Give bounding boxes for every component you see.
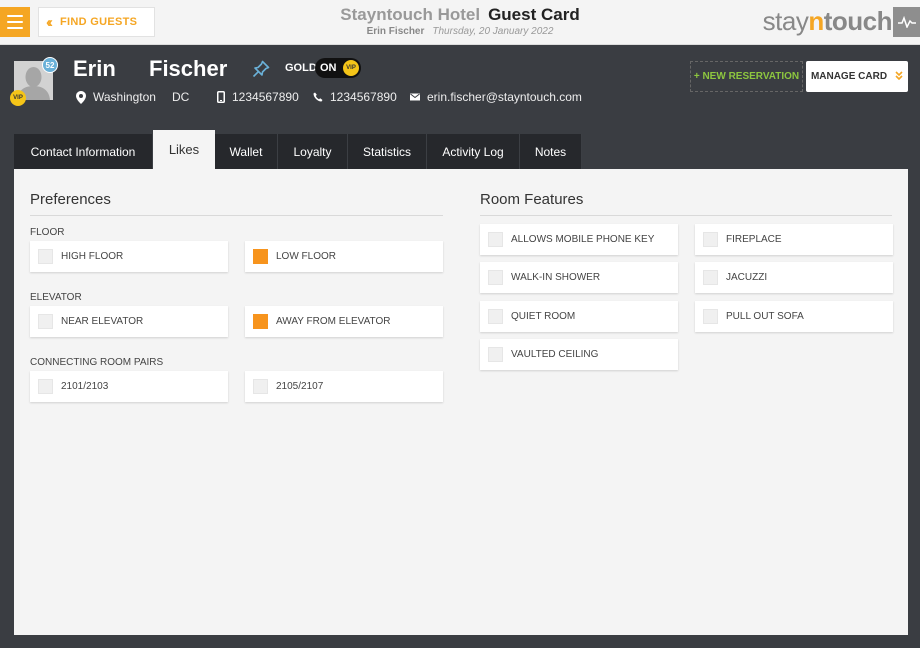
feature-allows-mobile-phone-key[interactable]: ALLOWS MOBILE PHONE KEY [480, 224, 678, 255]
tab-wallet[interactable]: Wallet [215, 134, 278, 169]
feature-walk-in-shower[interactable]: WALK-IN SHOWER [480, 262, 678, 293]
checkbox[interactable] [488, 347, 503, 362]
hotel-name: Stayntouch Hotel [340, 5, 481, 24]
checkbox[interactable] [38, 249, 53, 264]
pref-high-floor[interactable]: HIGH FLOOR [30, 241, 228, 272]
manage-card-label: MANAGE CARD [810, 71, 888, 82]
checkbox[interactable] [488, 309, 503, 324]
activity-pulse-button[interactable] [893, 7, 920, 37]
guest-last-name[interactable]: Fischer [149, 56, 227, 82]
vip-toggle[interactable]: ON VIP [315, 58, 361, 78]
option-label: VAULTED CEILING [511, 349, 599, 360]
tab-loyalty[interactable]: Loyalty [278, 134, 348, 169]
feature-fireplace[interactable]: FIREPLACE [695, 224, 893, 255]
business-date: Thursday, 20 January 2022 [432, 26, 554, 37]
checkbox[interactable] [703, 309, 718, 324]
tab-likes[interactable]: Likes [153, 130, 215, 169]
phone-icon [313, 92, 323, 102]
membership-level: GOLD [285, 62, 317, 74]
checkbox[interactable] [38, 379, 53, 394]
room-features-title: Room Features [480, 191, 584, 208]
elevator-group-label: ELEVATOR [30, 292, 82, 303]
option-label: WALK-IN SHOWER [511, 272, 601, 283]
new-reservation-button[interactable]: + NEW RESERVATION [690, 61, 803, 92]
likes-panel: Preferences FLOOR HIGH FLOOR LOW FLOOR E… [14, 169, 908, 635]
option-label: FIREPLACE [726, 234, 782, 245]
pulse-icon [897, 16, 916, 28]
tab-notes[interactable]: Notes [520, 134, 582, 169]
option-label: PULL OUT SOFA [726, 311, 804, 322]
guest-city: Washington [93, 90, 156, 104]
location-pin-icon [76, 90, 86, 104]
subtitle-guest-name: Erin Fischer [366, 26, 425, 37]
pref-near-elevator[interactable]: NEAR ELEVATOR [30, 306, 228, 337]
guest-header: 52 VIP Erin Fischer GOLD ON VIP Washingt… [0, 45, 920, 135]
pref-away-from-elevator[interactable]: AWAY FROM ELEVATOR [245, 306, 443, 337]
checkbox-checked[interactable] [253, 314, 268, 329]
preferences-divider [30, 215, 443, 216]
option-label: 2105/2107 [276, 381, 324, 392]
stay-count-badge: 52 [42, 57, 58, 73]
tab-activity-log[interactable]: Activity Log [427, 134, 520, 169]
option-label: NEAR ELEVATOR [61, 316, 144, 327]
page-title: Guest Card [488, 5, 580, 24]
tab-contact-information[interactable]: Contact Information [14, 134, 153, 169]
guest-state: DC [171, 90, 190, 104]
feature-pull-out-sofa[interactable]: PULL OUT SOFA [695, 301, 893, 332]
checkbox[interactable] [488, 270, 503, 285]
checkbox[interactable] [703, 232, 718, 247]
top-bar: ‹‹ FIND GUESTS Stayntouch Hotel Guest Car… [0, 0, 920, 45]
option-label: 2101/2103 [61, 381, 109, 392]
double-chevron-down-icon [895, 71, 903, 82]
feature-jacuzzi[interactable]: JACUZZI [695, 262, 893, 293]
guest-email: erin.fischer@stayntouch.com [410, 90, 582, 104]
tab-statistics[interactable]: Statistics [348, 134, 427, 169]
guest-mobile: 1234567890 [217, 90, 299, 104]
checkbox[interactable] [703, 270, 718, 285]
checkbox[interactable] [38, 314, 53, 329]
floor-group-label: FLOOR [30, 227, 65, 238]
room-features-divider [480, 215, 892, 216]
pin-icon[interactable] [252, 60, 270, 83]
pref-room-pair-2105-2107[interactable]: 2105/2107 [245, 371, 443, 402]
feature-vaulted-ceiling[interactable]: VAULTED CEILING [480, 339, 678, 370]
option-label: HIGH FLOOR [61, 251, 124, 262]
email-icon [410, 93, 420, 101]
preferences-title: Preferences [30, 191, 111, 208]
phone-number[interactable]: 1234567890 [330, 90, 397, 104]
guest-location: Washington DC [76, 90, 189, 104]
option-label: AWAY FROM ELEVATOR [276, 316, 391, 327]
stayntouch-logo: stayntouch [762, 6, 893, 36]
pref-room-pair-2101-2103[interactable]: 2101/2103 [30, 371, 228, 402]
guest-phone: 1234567890 [313, 90, 397, 104]
mobile-phone-icon [217, 91, 225, 103]
option-label: JACUZZI [726, 272, 768, 283]
option-label: QUIET ROOM [511, 311, 576, 322]
toggle-state-label: ON [320, 62, 337, 74]
vip-badge: VIP [10, 90, 26, 106]
mobile-number[interactable]: 1234567890 [232, 90, 299, 104]
manage-card-button[interactable]: MANAGE CARD [806, 61, 908, 92]
guest-card-tabs: Contact Information Likes Wallet Loyalty… [14, 130, 582, 169]
toggle-knob-vip: VIP [343, 60, 359, 76]
email-address[interactable]: erin.fischer@stayntouch.com [427, 90, 582, 104]
checkbox[interactable] [253, 379, 268, 394]
feature-quiet-room[interactable]: QUIET ROOM [480, 301, 678, 332]
option-label: ALLOWS MOBILE PHONE KEY [511, 234, 655, 245]
option-label: LOW FLOOR [276, 251, 337, 262]
connecting-rooms-group-label: CONNECTING ROOM PAIRS [30, 357, 164, 368]
guest-first-name[interactable]: Erin [73, 56, 116, 82]
checkbox-checked[interactable] [253, 249, 268, 264]
checkbox[interactable] [488, 232, 503, 247]
pref-low-floor[interactable]: LOW FLOOR [245, 241, 443, 272]
